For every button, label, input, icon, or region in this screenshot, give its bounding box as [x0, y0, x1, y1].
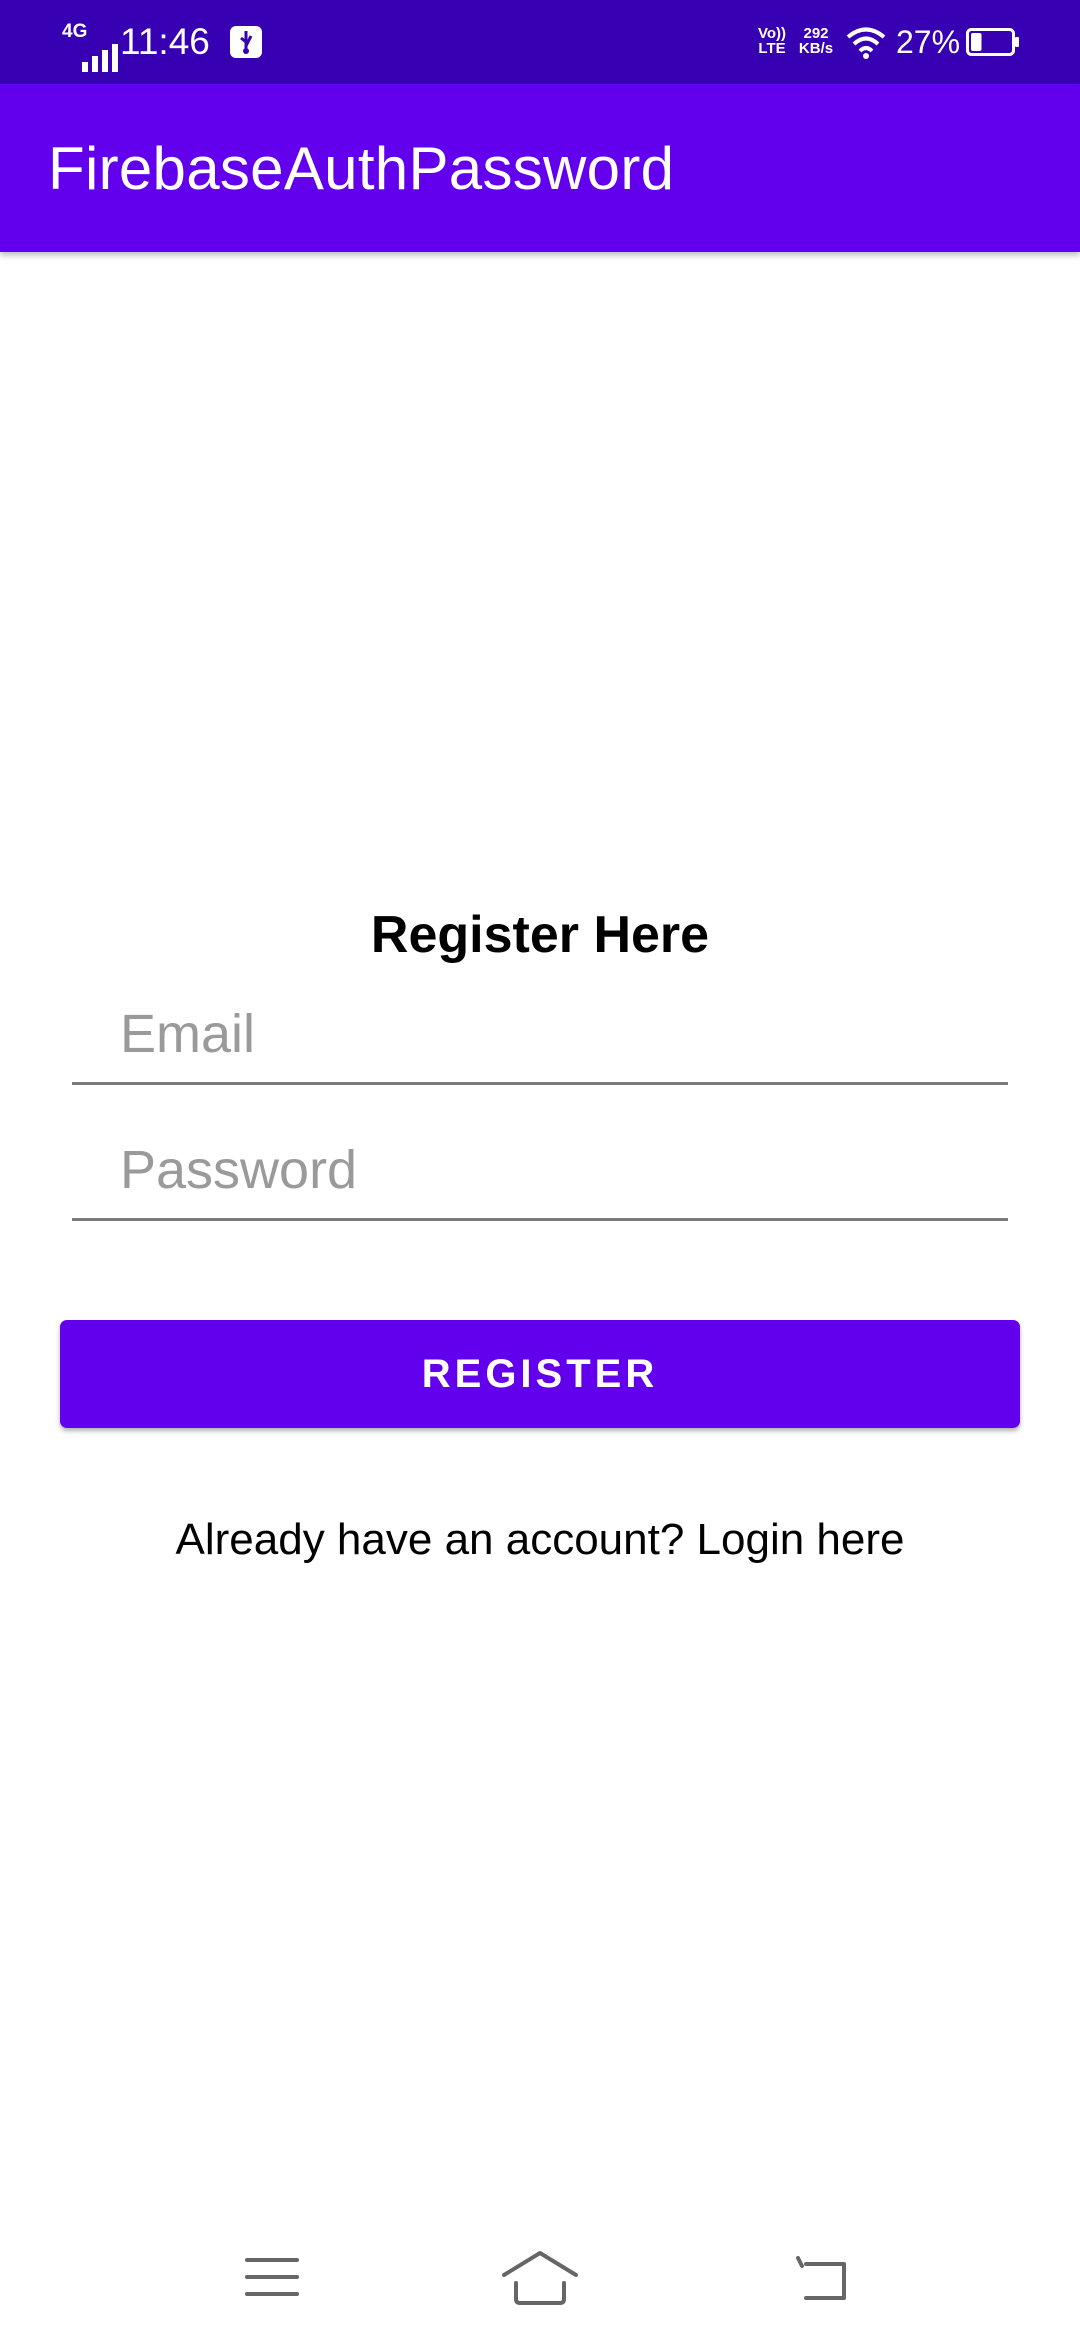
clock: 11:46	[120, 21, 210, 62]
network-speed-value: 292	[803, 25, 829, 42]
app-bar: FirebaseAuthPassword	[0, 84, 1080, 252]
network-type-label: 4G	[62, 21, 88, 42]
register-button[interactable]: REGISTER	[60, 1320, 1020, 1428]
menu-icon[interactable]	[232, 2242, 312, 2312]
status-bar: 4G 11:46 Vo)) LTE 292 KB/s 27%	[0, 0, 1080, 84]
volte-indicator: Vo)) LTE	[756, 26, 788, 56]
password-input[interactable]	[120, 1132, 1000, 1208]
volte-line2: LTE	[758, 40, 786, 57]
cell-signal-icon: 4G	[62, 21, 118, 72]
usb-icon	[230, 26, 262, 58]
navigation-bar	[0, 2220, 1080, 2340]
network-speed: 292 KB/s	[796, 26, 836, 56]
register-heading: Register Here	[370, 906, 710, 964]
app-title: FirebaseAuthPassword	[48, 135, 675, 202]
password-field[interactable]	[72, 1128, 1008, 1221]
battery-percent: 27%	[896, 24, 961, 60]
wifi-icon	[846, 27, 886, 59]
login-link[interactable]: Already have an account? Login here	[0, 1510, 1080, 1570]
back-icon[interactable]	[782, 2242, 862, 2312]
home-icon[interactable]	[500, 2242, 580, 2312]
network-speed-unit: KB/s	[798, 40, 834, 57]
register-screen: 4G 11:46 Vo)) LTE 292 KB/s 27% FirebaseA…	[0, 0, 1080, 2340]
email-input[interactable]	[120, 996, 1000, 1072]
battery-icon	[966, 28, 1019, 56]
volte-line1: Vo))	[757, 25, 787, 42]
email-field[interactable]	[72, 992, 1008, 1085]
